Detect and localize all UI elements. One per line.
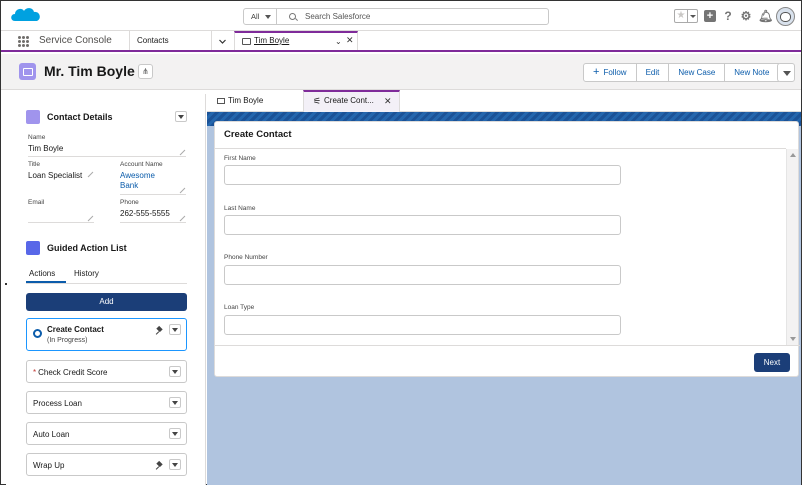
last-name-label: Last Name: [224, 205, 256, 212]
guided-action-process-loan[interactable]: Process Loan: [26, 391, 187, 414]
chevron-down-icon: [265, 15, 271, 19]
panel-resize-handle[interactable]: [5, 283, 7, 285]
tab-history[interactable]: History: [74, 267, 99, 281]
subtab-bar: Tim Boyle ⚟ Create Cont... ✕: [207, 90, 801, 112]
guided-action-auto-loan[interactable]: Auto Loan: [26, 422, 187, 445]
new-case-button[interactable]: New Case: [668, 63, 726, 82]
subtab-create-contact[interactable]: ⚟ Create Cont... ✕: [303, 90, 400, 112]
star-icon: ★: [676, 10, 686, 21]
chevron-down-icon[interactable]: [219, 38, 226, 45]
tab-actions[interactable]: Actions: [26, 267, 66, 283]
console-nav-bar: Service Console Contacts Tim Boyle ⌄ ✕: [1, 31, 801, 52]
help-icon[interactable]: ?: [722, 9, 734, 23]
gear-icon[interactable]: ⚙: [740, 9, 752, 23]
salesforce-logo[interactable]: [9, 5, 43, 27]
scroll-down-icon[interactable]: [790, 337, 796, 341]
contact-details-header: Contact Details: [26, 110, 113, 124]
guided-action-wrap-up[interactable]: Wrap Up: [26, 453, 187, 476]
search-scope-select[interactable]: All: [244, 9, 277, 24]
pin-icon[interactable]: [156, 462, 164, 470]
guided-action-check-credit-score[interactable]: * Check Credit Score: [26, 360, 187, 383]
action-menu-dropdown[interactable]: [169, 428, 181, 439]
edit-button[interactable]: Edit: [635, 63, 670, 82]
flow-title: Create Contact: [224, 129, 292, 140]
contact-icon: [217, 98, 225, 104]
scrollbar[interactable]: [786, 149, 798, 345]
search-icon: [289, 13, 296, 20]
action-menu-dropdown[interactable]: [169, 397, 181, 408]
avatar[interactable]: [776, 6, 795, 26]
guided-action-create-contact[interactable]: Create Contact (In Progress): [26, 318, 187, 351]
close-icon[interactable]: ✕: [346, 35, 354, 46]
guided-action-tabs: Actions History: [26, 267, 187, 284]
global-header: All Search Salesforce ★ + ? ⚙ 🔔︎: [1, 1, 801, 31]
search-placeholder: Search Salesforce: [305, 12, 371, 21]
loan-type-input[interactable]: [224, 315, 621, 335]
close-icon[interactable]: ✕: [384, 90, 392, 112]
subtab-tim-boyle[interactable]: Tim Boyle: [207, 90, 303, 112]
create-contact-flow: Create Contact First Name Last Name Phon…: [214, 121, 800, 377]
scroll-up-icon[interactable]: [790, 153, 796, 157]
main-content: Tim Boyle ⚟ Create Cont... ✕ Create Cont…: [207, 90, 801, 485]
pin-icon[interactable]: [156, 327, 164, 335]
phone-field: Phone 262-555-5555: [120, 199, 186, 223]
left-sidebar: Contact Details Name Tim Boyle Title Loa…: [6, 94, 206, 485]
global-search[interactable]: All Search Salesforce: [243, 8, 549, 25]
record-actions: Follow Edit New Case New Note: [583, 63, 780, 82]
bell-icon[interactable]: 🔔︎: [758, 9, 773, 23]
phone-number-label: Phone Number: [224, 254, 268, 261]
first-name-input[interactable]: [224, 165, 621, 185]
account-name-field: Account Name Awesome Bank: [120, 161, 186, 195]
favorites-button[interactable]: ★: [674, 9, 698, 23]
email-field: Email: [28, 199, 94, 223]
global-actions-icon[interactable]: +: [704, 10, 716, 22]
app-launcher-icon[interactable]: [18, 36, 29, 47]
more-actions-dropdown[interactable]: [777, 63, 795, 82]
contact-icon: [26, 110, 40, 124]
edit-pencil-icon[interactable]: [87, 215, 94, 222]
next-button[interactable]: Next: [754, 353, 790, 372]
guided-action-list-header: Guided Action List: [26, 241, 127, 255]
contact-details-menu[interactable]: [175, 111, 187, 122]
phone-number-input[interactable]: [224, 265, 621, 285]
action-menu-dropdown[interactable]: [169, 366, 181, 377]
title-field: Title Loan Specialist: [28, 161, 94, 195]
account-link[interactable]: Awesome Bank: [120, 171, 186, 191]
contact-icon: [242, 38, 251, 45]
chevron-down-icon[interactable]: ⌄: [335, 37, 342, 46]
record-header: Mr. Tim Boyle ⋔ Follow Edit New Case New…: [1, 54, 801, 90]
action-menu-dropdown[interactable]: [169, 459, 181, 470]
hierarchy-icon[interactable]: ⋔: [138, 64, 153, 79]
action-menu-dropdown[interactable]: [169, 324, 181, 335]
nav-item-contacts[interactable]: Contacts: [137, 31, 169, 50]
contact-icon: [19, 63, 36, 80]
name-field: Name Tim Boyle: [28, 134, 186, 157]
loan-type-label: Loan Type: [224, 304, 255, 311]
page-title: Mr. Tim Boyle: [44, 63, 135, 79]
follow-button[interactable]: Follow: [583, 63, 637, 82]
app-name: Service Console: [39, 35, 112, 46]
new-note-button[interactable]: New Note: [724, 63, 780, 82]
workspace-tab-tim-boyle[interactable]: Tim Boyle ⌄ ✕: [234, 31, 358, 50]
last-name-input[interactable]: [224, 215, 621, 235]
favorites-dropdown[interactable]: [687, 10, 697, 22]
in-progress-radio-icon: [33, 329, 42, 338]
list-icon: [26, 241, 40, 255]
flow-icon: ⚟: [313, 96, 322, 106]
add-button[interactable]: Add: [26, 293, 187, 311]
first-name-label: First Name: [224, 155, 256, 162]
